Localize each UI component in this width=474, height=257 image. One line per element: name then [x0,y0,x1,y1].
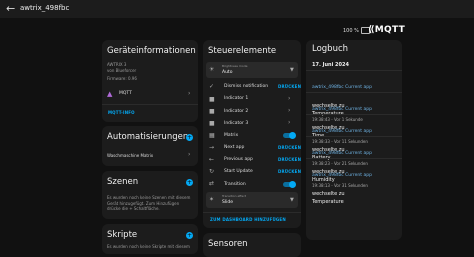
scenes-description: Es wurden noch keine Szenen mit diesem G… [107,195,191,211]
transition-icon: ⇄ [209,180,215,187]
battery-status: 100 % [343,27,370,34]
page-title: awtrix_498fbc [20,4,70,12]
indicator-icon: ■ [209,108,215,115]
scenes-card: Szenen + Es wurden noch keine Szenen mit… [102,171,198,219]
log-entity-link[interactable]: awtrix_498fbc Current app [312,173,372,178]
previous-app-press-button[interactable]: DRÜCKEN [278,157,301,162]
mqtt-info-button[interactable]: MQTT-INFO [108,110,135,115]
indicator-icon: ■ [209,120,215,127]
matrix-icon: ▦ [209,132,215,139]
integration-link[interactable]: MQTT [119,91,132,96]
control-label: Indicator 1 [224,96,249,101]
log-entity-link[interactable]: awtrix_498fbc Current app [312,129,372,134]
control-label: Dismiss notification [224,84,269,89]
chevron-right-icon[interactable]: › [288,107,290,114]
chevron-right-icon[interactable]: › [188,151,190,158]
card-title: Logbuch [312,44,349,54]
divider [306,158,402,159]
card-title: Sensoren [208,239,248,249]
add-automation-icon[interactable]: + [186,134,193,141]
start-update-press-button[interactable]: DRÜCKEN [278,169,301,174]
scripts-card: Skripte + Es wurden noch keine Skripte m… [102,224,198,254]
dismiss-press-button[interactable]: DRÜCKEN [278,84,301,89]
divider [102,104,198,105]
transition-effect-select[interactable]: ✶ Transition effect Slide ▼ [206,192,298,208]
chevron-right-icon[interactable]: › [288,119,290,126]
divider [306,136,402,137]
add-to-dashboard-button[interactable]: ZUM DASHBOARD HINZUFÜGEN [210,217,286,222]
arrow-right-icon: → [209,144,215,151]
select-value: Slide [222,200,233,205]
logbook-date: 17. Juni 2024 [312,62,349,68]
dismiss-icon: ✓ [209,83,215,90]
log-entity-link[interactable]: awtrix_498fbc Current app [312,85,372,90]
device-firmware: Firmware: 0.96 [107,76,137,81]
app-bar: ← awtrix_498fbc [0,0,474,18]
chevron-down-icon: ▼ [290,67,294,73]
next-app-press-button[interactable]: DRÜCKEN [278,145,301,150]
control-label: Matrix [224,133,239,138]
card-title: Geräteinformationen [107,46,196,56]
control-label: Start Update [224,169,253,174]
device-info-card: Geräteinformationen AWTRIX 3 von Bluefor… [102,40,198,122]
control-label: Indicator 2 [224,109,249,114]
card-title: Steuerelemente [208,46,277,56]
divider [306,114,402,115]
log-entity-link[interactable]: awtrix_498fbc Current app [312,151,372,156]
brightness-mode-select[interactable]: ☀ Brightness mode Auto ▼ [206,62,298,78]
sensors-card: Sensoren [203,233,301,257]
update-icon: ↻ [209,168,215,175]
divider [306,70,402,71]
card-title: Skripte [107,230,138,240]
log-entry: awtrix_498fbc Current app wechselte zu T… [312,161,400,205]
add-script-icon[interactable]: + [186,232,193,239]
chevron-right-icon[interactable]: › [288,95,290,102]
mqtt-integration-icon: ▲ [107,90,113,98]
control-label: Next app [224,145,245,150]
back-arrow-icon[interactable]: ← [6,2,15,15]
card-title: Automatisierungen [107,132,189,142]
select-value: Auto [222,70,233,75]
device-model: AWTRIX 3 [107,62,127,67]
matrix-toggle[interactable] [283,132,296,139]
card-title: Szenen [107,177,139,187]
control-label: Indicator 3 [224,121,249,126]
arrow-left-icon: ← [209,156,215,163]
mqtt-logo: ⟪MQTT [368,25,406,35]
divider [203,212,301,213]
device-vendor: von Blueforcer [107,68,137,73]
automations-card: Automatisierungen + Waschmaschine Matrix… [102,126,198,166]
effect-icon: ✶ [209,196,215,203]
select-label: Transition effect [222,194,247,198]
chevron-right-icon[interactable]: › [188,90,190,97]
mqtt-logo-icon: ⟪ [368,25,375,35]
brightness-icon: ☀ [209,66,215,73]
divider [306,92,402,93]
automation-item[interactable]: Waschmaschine Matrix [107,153,153,158]
log-entity-link[interactable]: awtrix_498fbc Current app [312,107,372,112]
select-label: Brightness mode [222,64,248,68]
indicator-icon: ■ [209,96,215,103]
control-label: Transition [224,182,246,187]
chevron-down-icon: ▼ [290,197,294,203]
logbook-card: Logbuch 17. Juni 2024 awtrix_498fbc Curr… [306,40,402,240]
transition-toggle[interactable] [283,181,296,188]
log-state: Temperature [312,199,344,205]
add-scene-icon[interactable]: + [186,179,193,186]
control-label: Previous app [224,157,253,162]
